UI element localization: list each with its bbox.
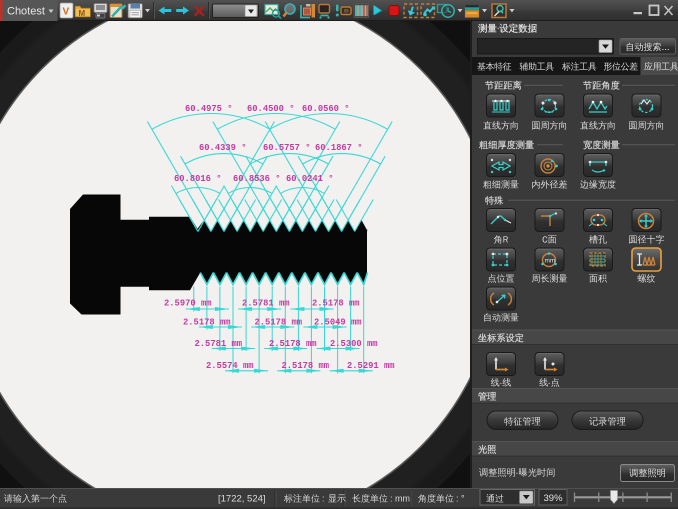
svg-text:2.5970 mm: 2.5970 mm (164, 299, 212, 309)
svg-text:60.4500 °: 60.4500 ° (247, 104, 295, 114)
svg-text:60.8016 °: 60.8016 ° (174, 174, 222, 184)
svg-text:39%: 39% (544, 493, 564, 504)
svg-text:mm: mm (545, 258, 556, 265)
svg-text:2.5178 mm: 2.5178 mm (282, 361, 330, 371)
svg-text:: mm: : mm (390, 494, 410, 504)
svg-text:Chotest: Chotest (7, 6, 45, 18)
svg-text:[1722, 524]: [1722, 524] (218, 494, 266, 505)
svg-text:60.0241 °: 60.0241 ° (286, 174, 334, 184)
svg-text:2.5178 mm: 2.5178 mm (269, 339, 317, 349)
svg-text::: : (322, 494, 325, 504)
svg-text:: °: : ° (456, 494, 465, 504)
svg-text:60.4975 °: 60.4975 ° (185, 104, 233, 114)
svg-text:60.5757 °: 60.5757 ° (263, 143, 311, 153)
svg-text:2.5291 mm: 2.5291 mm (347, 361, 395, 371)
svg-text:60.1867 °: 60.1867 ° (315, 143, 363, 153)
svg-text:60.8536 °: 60.8536 ° (233, 174, 281, 184)
svg-text:2.5178 mm: 2.5178 mm (255, 318, 303, 328)
svg-text:60.4339 °: 60.4339 ° (199, 143, 247, 153)
svg-text:2.5178 mm: 2.5178 mm (312, 299, 360, 309)
svg-text:2.5781 mm: 2.5781 mm (242, 299, 290, 309)
svg-text:2.5300 mm: 2.5300 mm (330, 339, 378, 349)
svg-text:2.5574 mm: 2.5574 mm (206, 361, 254, 371)
svg-text:60.0560 °: 60.0560 ° (302, 104, 350, 114)
svg-text:V: V (63, 7, 70, 18)
svg-text:2.5178 mm: 2.5178 mm (183, 318, 231, 328)
svg-text:M: M (79, 9, 86, 18)
svg-text:2.5781 mm: 2.5781 mm (195, 339, 243, 349)
svg-text:2.5049 mm: 2.5049 mm (314, 318, 362, 328)
